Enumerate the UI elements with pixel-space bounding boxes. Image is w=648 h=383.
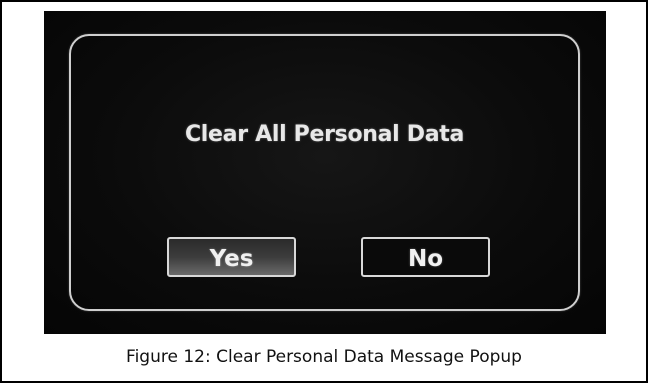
figure-caption: Figure 12: Clear Personal Data Message P… bbox=[126, 347, 522, 367]
confirm-dialog: Clear All Personal Data Yes No bbox=[69, 34, 580, 311]
yes-button[interactable]: Yes bbox=[167, 237, 296, 277]
display-screen: Clear All Personal Data Yes No bbox=[44, 11, 606, 334]
no-button[interactable]: No bbox=[361, 237, 490, 277]
figure-frame: Clear All Personal Data Yes No bbox=[0, 0, 648, 383]
dialog-message: Clear All Personal Data bbox=[184, 122, 465, 147]
